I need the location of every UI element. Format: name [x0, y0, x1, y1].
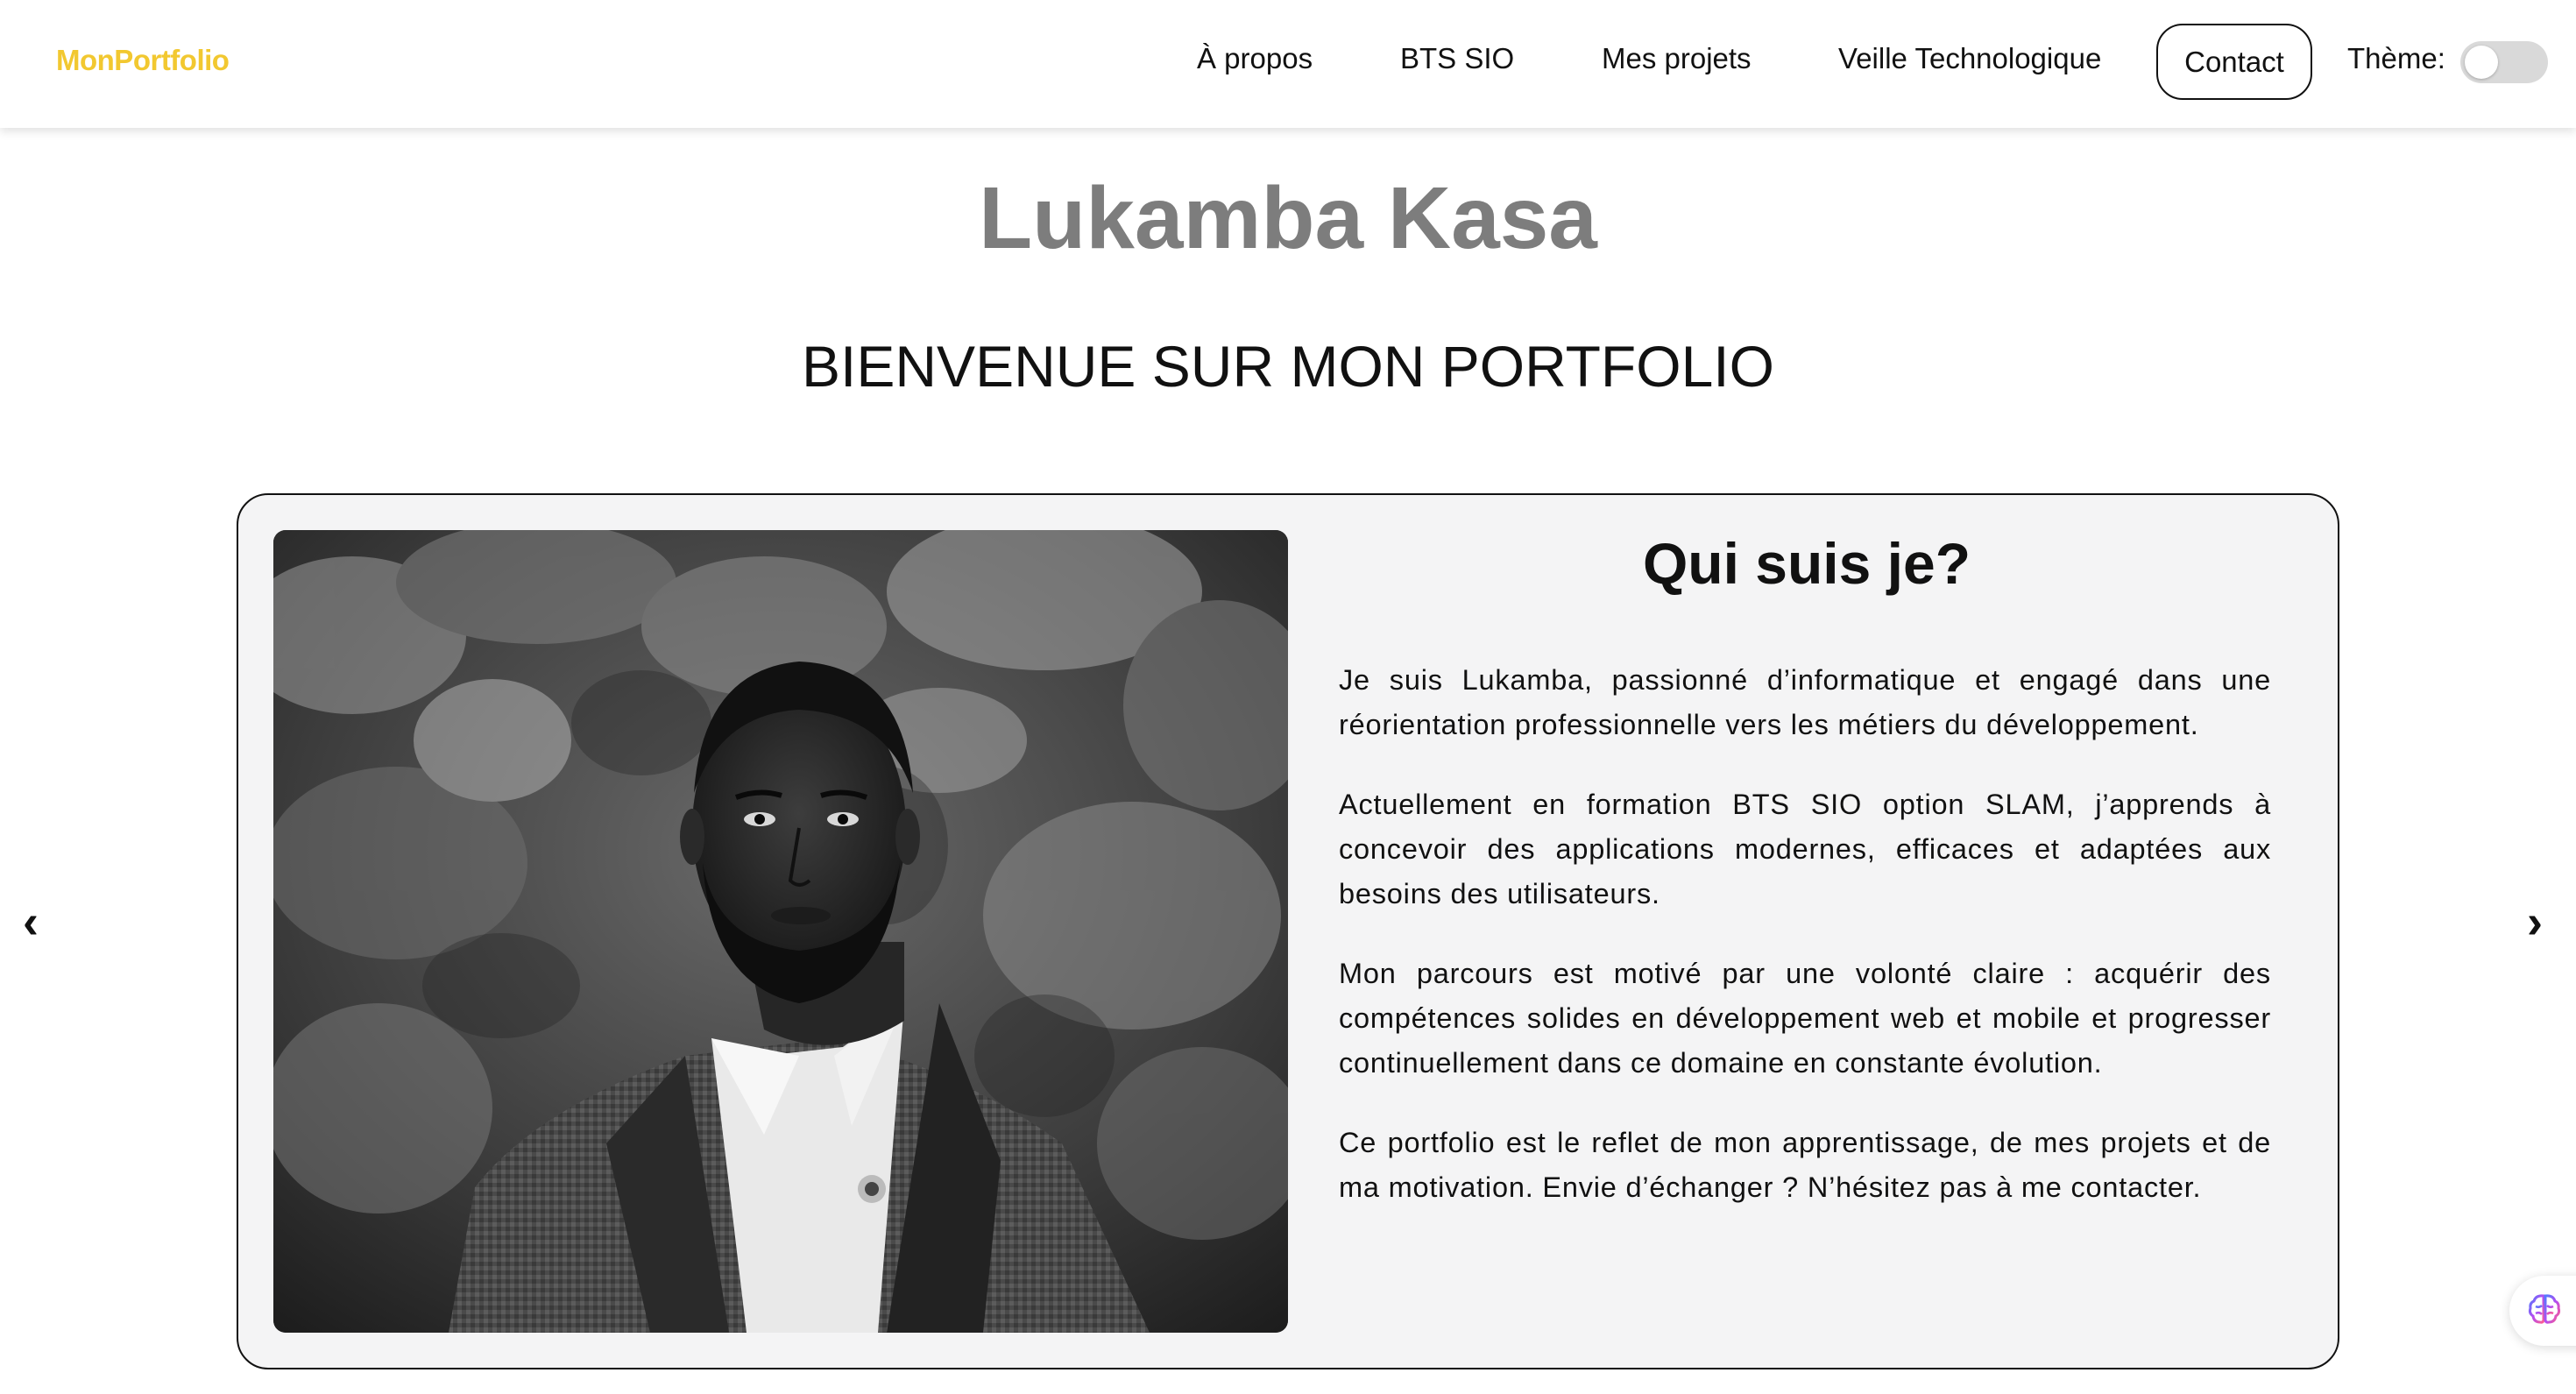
carousel-prev-icon[interactable]: ‹ — [23, 898, 39, 945]
profile-photo — [273, 530, 1288, 1333]
about-paragraph: Ce portfolio est le reflet de mon appren… — [1339, 1127, 2271, 1203]
navbar: MonPortfolio À propos BTS SIO Mes projet… — [0, 0, 2576, 128]
about-paragraph: Mon parcours est motivé par une volonté … — [1339, 958, 2271, 1079]
brand-logo[interactable]: MonPortfolio — [56, 44, 230, 77]
theme-label: Thème: — [2347, 42, 2445, 74]
about-paragraph: Actuellement en formation BTS SIO option… — [1339, 789, 2271, 909]
nav-link-veille-technologique[interactable]: Veille Technologique — [1838, 42, 2101, 75]
nav-link-a-propos[interactable]: À propos — [1197, 42, 1313, 75]
about-title: Qui suis je? — [1642, 531, 1971, 596]
welcome-heading: BIENVENUE SUR MON PORTFOLIO — [802, 334, 1774, 399]
nav-link-mes-projets[interactable]: Mes projets — [1602, 42, 1752, 75]
hero-name: Lukamba Kasa — [979, 169, 1597, 267]
about-card: Qui suis je? Je suis Lukamba, passionné … — [237, 493, 2339, 1369]
theme-toggle[interactable] — [2460, 41, 2548, 83]
about-paragraph: Je suis Lukamba, passionné d’informatiqu… — [1339, 664, 2271, 740]
carousel-next-icon[interactable]: › — [2527, 898, 2543, 945]
nav-link-bts-sio[interactable]: BTS SIO — [1400, 42, 1514, 75]
contact-button[interactable]: Contact — [2156, 24, 2312, 100]
brain-icon — [2527, 1291, 2562, 1331]
assistant-button[interactable] — [2509, 1276, 2576, 1346]
theme-toggle-knob — [2465, 46, 2498, 79]
about-text: Je suis Lukamba, passionné d’informatiqu… — [1339, 658, 2271, 1245]
